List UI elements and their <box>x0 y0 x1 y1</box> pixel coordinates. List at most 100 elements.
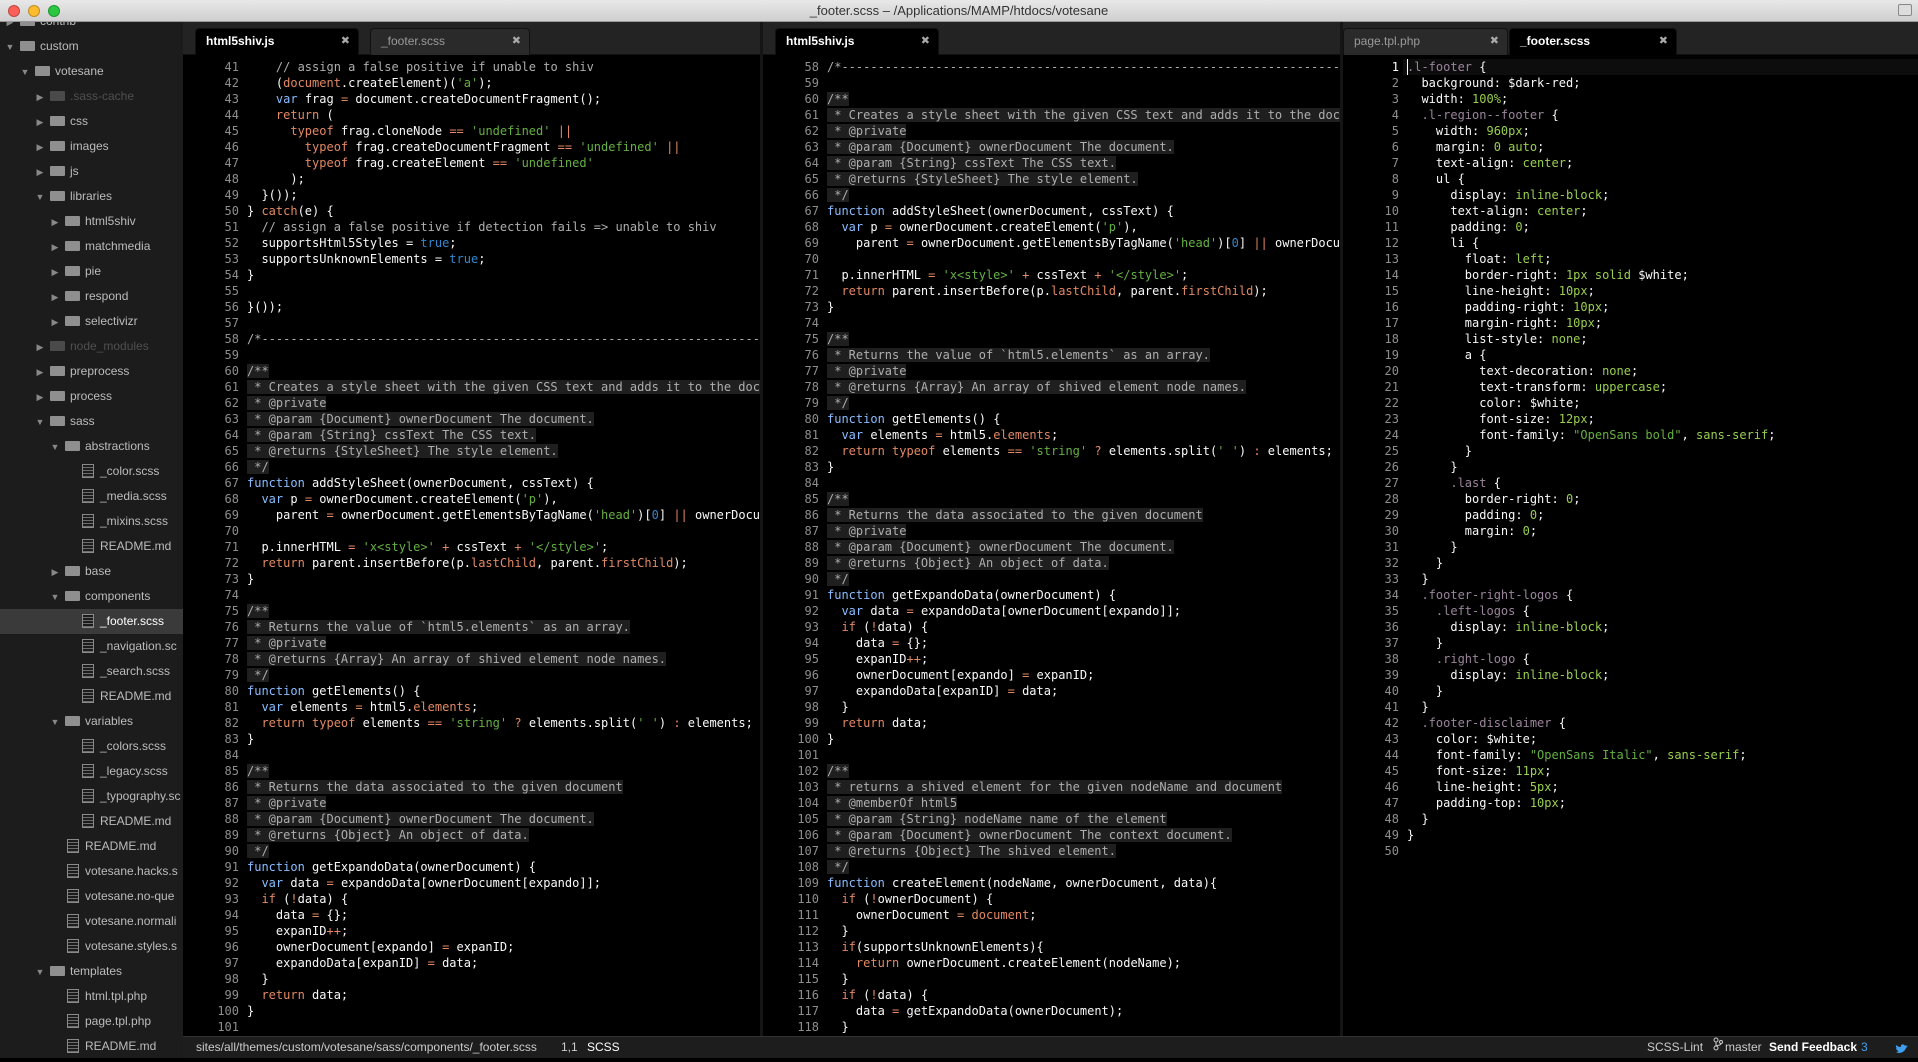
editor-tab[interactable]: page.tpl.php ✖ <box>1343 28 1508 55</box>
tab-close-icon[interactable]: ✖ <box>341 29 350 54</box>
sidebar-folder[interactable]: ▼ abstractions <box>0 434 183 459</box>
sidebar-folder[interactable]: ▶ html5shiv <box>0 209 183 234</box>
tab-close-icon[interactable]: ✖ <box>1659 29 1668 54</box>
code-token: ( <box>326 108 334 122</box>
sidebar-file[interactable]: html.tpl.php <box>0 984 183 1009</box>
sidebar-file[interactable]: page.tpl.php <box>0 1009 183 1034</box>
send-feedback-link[interactable]: Send Feedback <box>1769 1037 1857 1058</box>
editor-pane-left[interactable]: html5shiv.js ✖ _footer.scss ✖ 41 // assign … <box>183 22 760 1036</box>
disclosure-closed-icon[interactable]: ▶ <box>49 210 61 234</box>
sidebar-folder[interactable]: ▶ images <box>0 134 183 159</box>
notification-count[interactable]: 3 <box>1861 1037 1868 1058</box>
sidebar-folder[interactable]: ▼ sass <box>0 409 183 434</box>
disclosure-closed-icon[interactable]: ▶ <box>34 135 46 159</box>
editor-tab[interactable]: _footer.scss ✖ <box>1509 28 1677 55</box>
twitter-bird-icon[interactable] <box>1895 1041 1909 1062</box>
disclosure-closed-icon[interactable]: ▶ <box>49 260 61 284</box>
disclosure-closed-icon[interactable]: ▶ <box>49 560 61 584</box>
sidebar-folder[interactable]: ▼ libraries <box>0 184 183 209</box>
sidebar-folder[interactable]: ▶ base <box>0 559 183 584</box>
sidebar-file[interactable]: README.md <box>0 834 183 859</box>
sidebar-file-tree[interactable]: ▶ contrib ▼ custom ▼ votesane ▶ .sass-cache ▶ css… <box>0 22 183 1058</box>
sidebar-file[interactable]: README.md <box>0 684 183 709</box>
disclosure-closed-icon[interactable]: ▶ <box>34 335 46 359</box>
sidebar-file[interactable]: README.md <box>0 534 183 559</box>
sidebar-folder[interactable]: ▼ votesane <box>0 59 183 84</box>
disclosure-open-icon[interactable]: ▼ <box>34 960 46 984</box>
code-view[interactable]: 58 /*------------------------------------… <box>763 55 1340 1036</box>
disclosure-closed-icon[interactable]: ▶ <box>34 85 46 109</box>
sidebar-file[interactable]: README.md <box>0 809 183 834</box>
disclosure-closed-icon[interactable]: ▶ <box>49 235 61 259</box>
fullscreen-icon[interactable] <box>1898 4 1912 16</box>
code-line: color: $white; <box>1407 395 1580 411</box>
sidebar-file[interactable]: votesane.normali <box>0 909 183 934</box>
disclosure-open-icon[interactable]: ▼ <box>49 435 61 459</box>
disclosure-closed-icon[interactable]: ▶ <box>34 110 46 134</box>
sidebar-folder[interactable]: ▶ js <box>0 159 183 184</box>
disclosure-closed-icon[interactable]: ▶ <box>34 360 46 384</box>
sidebar-file[interactable]: _legacy.scss <box>0 759 183 784</box>
sidebar-folder[interactable]: ▶ matchmedia <box>0 234 183 259</box>
disclosure-open-icon[interactable]: ▼ <box>4 35 16 59</box>
sidebar-file[interactable]: _media.scss <box>0 484 183 509</box>
sidebar-file[interactable]: README.md <box>0 1034 183 1058</box>
file-icon <box>67 864 79 878</box>
sidebar-file[interactable]: votesane.styles.s <box>0 934 183 959</box>
disclosure-closed-icon[interactable]: ▶ <box>4 22 16 34</box>
sidebar-file[interactable]: _search.scss <box>0 659 183 684</box>
line-number: 8 <box>1391 172 1399 186</box>
code-token: ); <box>673 556 688 570</box>
code-line: function addStyleSheet(ownerDocument, cs… <box>827 203 1174 219</box>
sidebar-folder[interactable]: ▶ preprocess <box>0 359 183 384</box>
editor-tab[interactable]: html5shiv.js ✖ <box>195 28 359 55</box>
disclosure-closed-icon[interactable]: ▶ <box>34 160 46 184</box>
sidebar-folder[interactable]: ▶ contrib <box>0 22 183 34</box>
disclosure-open-icon[interactable]: ▼ <box>49 585 61 609</box>
sidebar-folder[interactable]: ▶ .sass-cache <box>0 84 183 109</box>
sidebar-folder[interactable]: ▶ process <box>0 384 183 409</box>
code-token: 0 <box>1515 220 1523 234</box>
sidebar-file[interactable]: _color.scss <box>0 459 183 484</box>
sidebar-folder[interactable]: ▶ selectivizr <box>0 309 183 334</box>
sidebar-file[interactable]: _colors.scss <box>0 734 183 759</box>
code-token: font-family: <box>1407 748 1530 762</box>
code-view[interactable]: 41 // assign a false positive if unable … <box>183 55 760 1036</box>
disclosure-open-icon[interactable]: ▼ <box>34 410 46 434</box>
sidebar-file[interactable]: votesane.no-que <box>0 884 183 909</box>
code-token: a <box>1407 348 1480 362</box>
editor-pane-right[interactable]: page.tpl.php ✖ _footer.scss ✖ 1 .l-footer {2… <box>1343 22 1918 1036</box>
editor-pane-middle[interactable]: html5shiv.js ✖ 58 /*----------------------… <box>763 22 1340 1036</box>
disclosure-closed-icon[interactable]: ▶ <box>49 285 61 309</box>
editor-tab[interactable]: _footer.scss ✖ <box>370 28 530 55</box>
sidebar-folder[interactable]: ▶ node_modules <box>0 334 183 359</box>
code-token: */ <box>827 572 849 586</box>
code-line: font-family: "OpenSans Italic", sans-ser… <box>1407 747 1747 763</box>
tab-close-icon[interactable]: ✖ <box>1490 29 1499 54</box>
sidebar-folder[interactable]: ▶ pie <box>0 259 183 284</box>
disclosure-closed-icon[interactable]: ▶ <box>34 385 46 409</box>
code-token: 'undefined' <box>471 124 558 138</box>
sidebar-folder[interactable]: ▼ custom <box>0 34 183 59</box>
disclosure-open-icon[interactable]: ▼ <box>49 710 61 734</box>
disclosure-open-icon[interactable]: ▼ <box>19 60 31 84</box>
tab-close-icon[interactable]: ✖ <box>512 29 521 54</box>
sidebar-file[interactable]: _navigation.sc <box>0 634 183 659</box>
sidebar-folder[interactable]: ▶ css <box>0 109 183 134</box>
disclosure-open-icon[interactable]: ▼ <box>34 185 46 209</box>
sidebar-folder[interactable]: ▶ respond <box>0 284 183 309</box>
editor-tab[interactable]: html5shiv.js ✖ <box>775 28 939 55</box>
sidebar-folder[interactable]: ▼ components <box>0 584 183 609</box>
sidebar-file[interactable]: _footer.scss <box>0 609 183 634</box>
code-view[interactable]: 1 .l-footer {2 background: $dark-red; 3 wi… <box>1343 55 1918 1036</box>
tab-close-icon[interactable]: ✖ <box>921 29 930 54</box>
sidebar-file[interactable]: _mixins.scss <box>0 509 183 534</box>
status-syntax[interactable]: SCSS <box>587 1037 620 1058</box>
code-line: * Creates a style sheet with the given C… <box>247 379 760 395</box>
sidebar-folder[interactable]: ▼ variables <box>0 709 183 734</box>
sidebar-file[interactable]: votesane.hacks.s <box>0 859 183 884</box>
code-token: 5px <box>1529 780 1552 794</box>
sidebar-folder[interactable]: ▼ templates <box>0 959 183 984</box>
disclosure-closed-icon[interactable]: ▶ <box>49 310 61 334</box>
sidebar-file[interactable]: _typography.sc <box>0 784 183 809</box>
